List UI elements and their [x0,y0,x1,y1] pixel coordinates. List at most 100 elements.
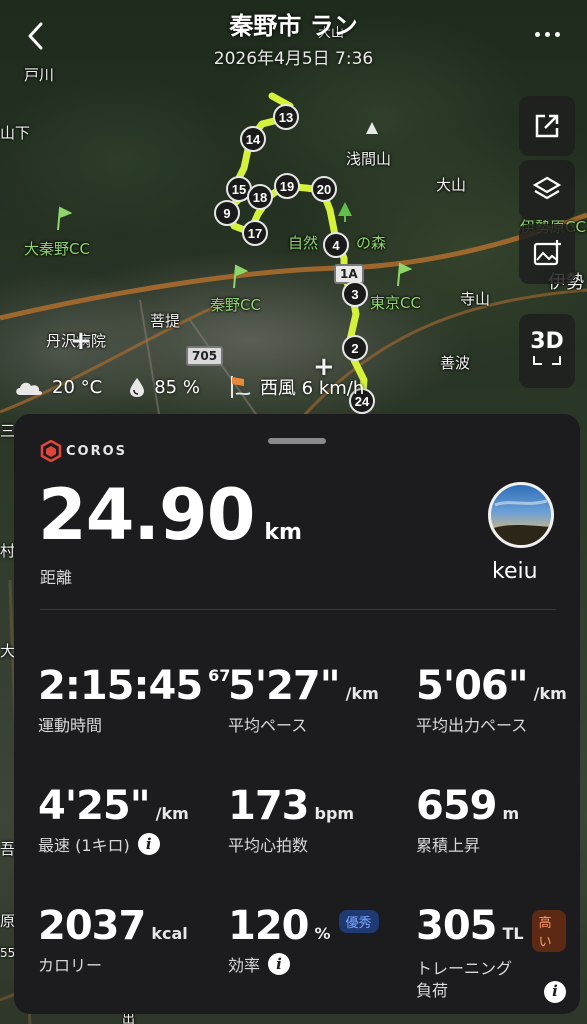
info-icon[interactable]: i [137,833,160,855]
stat-unit: m [502,804,520,823]
stat-avg-power-pace: 5'06" /km 平均出力ペース [416,666,567,736]
coros-logo-icon [40,440,62,462]
info-icon[interactable]: i [544,980,566,1003]
stat-efficiency: 120 % 優秀 効率 i [228,906,379,976]
more-dot-icon [544,31,550,37]
route-marker[interactable]: 18 [247,184,273,210]
map-label: 大山 [436,176,467,194]
stat-duration: 2:15:45 67 運動時間 [38,666,230,736]
water-drop-icon [130,378,145,397]
stat-label-row: トレーニング 負荷 i [416,958,566,1003]
golf-course-icon [233,264,248,289]
stat-avg-heart-rate: 173 bpm 平均心拍数 [228,786,354,856]
golf-course-icon [57,206,72,231]
map-label: 善波 [440,354,471,372]
route-marker[interactable]: 9 [214,200,240,226]
road-shield: 705 [186,346,224,366]
stat-elevation-gain: 659 m 累積上昇 [416,786,519,856]
more-dot-icon [534,31,540,37]
route-marker[interactable]: 13 [273,104,299,130]
stat-fastest-km: 4'25" /km 最速 (1キロ) i [38,786,189,856]
page-title: 秦野市 ラン [229,12,358,40]
map-label: 三 [0,422,16,440]
stat-label: 累積上昇 [416,836,481,855]
stat-value: 5'06" [416,663,529,709]
weather-bar: 20 °C 85 % 西風 6 km/h [14,374,390,400]
stat-label: 最速 (1キロ) [38,836,130,855]
stat-label: 平均ペース [228,716,308,735]
info-icon[interactable]: i [268,953,291,975]
stat-label: トレーニング 負荷 [416,959,513,1001]
3d-label: 3D [530,328,564,354]
stat-label: カロリー [38,956,103,975]
wind-flag-icon [230,376,251,398]
map-label: 山下 [0,124,31,142]
stat-value: 305 [416,903,497,949]
wind-value: 西風 6 km/h [259,378,365,399]
add-photo-icon [533,240,561,266]
route-marker[interactable]: 17 [242,220,268,246]
more-dot-icon [554,31,560,37]
avatar[interactable] [488,482,554,548]
map-label: 原 [0,912,16,930]
sheet-drag-handle[interactable] [268,438,326,444]
training-load-badge: 高い [531,910,566,952]
layers-icon [532,176,562,200]
stat-calories: 2037 kcal カロリー [38,906,188,976]
distance-unit: km [264,520,302,545]
expand-icon [532,355,561,365]
route-marker[interactable]: 19 [274,173,300,199]
stat-unit: bpm [314,804,355,823]
stat-label: 運動時間 [38,716,103,735]
stat-value: 2037 [38,903,146,949]
distance-display: 24.90 km [38,480,302,550]
stat-unit: kcal [151,924,188,943]
stat-avg-pace: 5'27" /km 平均ペース [228,666,379,736]
map-layers-button[interactable] [519,160,575,220]
route-marker[interactable]: 14 [240,126,266,152]
map-label: 大 [0,642,16,660]
stat-training-load: 305 TL 高い トレーニング 負荷 i [416,906,566,1003]
3d-view-button[interactable]: 3D [519,314,575,388]
map-label: 吾 [0,840,16,858]
activity-summary-sheet: COROS 24.90 km 距離 keiu 2:15:45 67 運動時間 5… [14,414,580,1014]
map-label: 秦野CC [210,296,261,314]
route-marker[interactable]: 20 [311,176,337,202]
route-marker[interactable]: 3 [342,281,368,307]
stat-unit: TL [502,924,524,943]
cloud-icon [16,382,42,395]
map-label: 東京CC [370,294,421,312]
stat-unit: /km [533,684,567,703]
weather-humidity: 85 % [128,376,200,398]
share-icon [535,114,559,138]
activity-datetime: 2026年4月5日 7:36 [213,49,374,69]
map-label: 寺山 [460,290,491,308]
username[interactable]: keiu [492,559,572,584]
map-label: の森 [356,234,387,252]
temperature-value: 20 °C [52,376,103,398]
hospital-cross-icon: + [70,326,92,356]
coros-logo: COROS [40,440,127,462]
avatar-image [491,499,551,545]
park-icon [338,202,352,222]
map-label: 菩提 [150,312,181,330]
distance-label: 距離 [40,568,73,587]
stat-value: 659 [416,783,497,829]
brand-name: COROS [66,443,128,459]
stat-label: 平均心拍数 [228,836,309,855]
stat-label: 平均出力ペース [416,716,528,735]
stat-label-row: 最速 (1キロ) i [38,832,189,856]
route-marker[interactable]: 4 [323,232,349,258]
map-label: 浅間山 [346,150,392,168]
share-button[interactable] [519,96,575,156]
stat-label-row: 効率 i [228,952,379,976]
stat-value: 2:15:45 [38,663,203,709]
add-photo-button[interactable] [519,224,575,284]
stat-value: 4'25" [38,783,151,829]
stat-value: 5'27" [228,663,341,709]
humidity-value: 85 % [154,376,200,398]
more-options-button[interactable] [529,22,565,46]
route-marker[interactable]: 2 [342,335,368,361]
weather-wind: 西風 6 km/h [226,374,364,400]
map-label: 自然 [288,234,319,252]
